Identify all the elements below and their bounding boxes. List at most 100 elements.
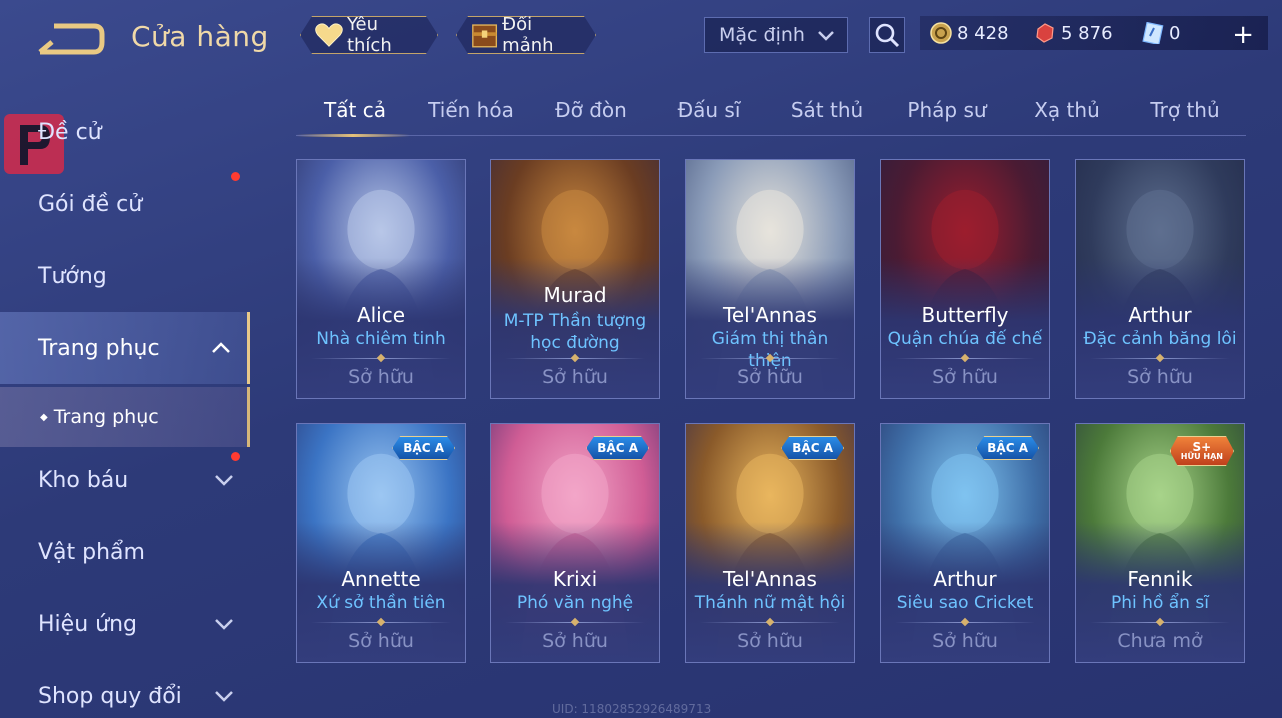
tab-all[interactable]: Tất cả bbox=[296, 98, 414, 122]
voucher-icon bbox=[1142, 22, 1164, 44]
tab-evolution[interactable]: Tiến hóa bbox=[412, 98, 530, 122]
sidebar-item-label: Kho báu bbox=[38, 467, 129, 493]
skin-name: Xứ sở thần tiên bbox=[316, 593, 446, 613]
ownership-status: Sở hữu bbox=[932, 366, 998, 388]
tab-tank[interactable]: Đỡ đòn bbox=[532, 98, 650, 122]
chevron-down-icon bbox=[215, 619, 233, 630]
hero-name: Murad bbox=[543, 283, 607, 307]
sidebar-subitem-label: Trang phục bbox=[53, 406, 159, 428]
red-gem-icon bbox=[1036, 23, 1054, 43]
skin-card[interactable]: Arthur Đặc cảnh băng lôi Sở hữu bbox=[1075, 159, 1245, 399]
favorites-label: Yêu thích bbox=[346, 14, 392, 56]
top-bar: Cửa hàng Yêu thích Đổi mảnh Mặc định 8 4… bbox=[0, 0, 1282, 72]
tab-assassin[interactable]: Sát thủ bbox=[768, 98, 886, 122]
currency-bar: 8 428 5 876 0 + bbox=[920, 16, 1268, 50]
ownership-status: Sở hữu bbox=[542, 630, 608, 652]
hero-name: Fennik bbox=[1127, 567, 1193, 591]
gold-amount: 8 428 bbox=[957, 22, 1009, 44]
ownership-status: Sở hữu bbox=[348, 366, 414, 388]
hero-name: Arthur bbox=[1128, 303, 1192, 327]
chevron-down-icon bbox=[215, 475, 233, 486]
sidebar-item-items[interactable]: Vật phẩm bbox=[0, 516, 250, 588]
sidebar-item-skins[interactable]: Trang phục bbox=[0, 312, 250, 384]
skin-name: Siêu sao Cricket bbox=[896, 593, 1034, 613]
sort-value: Mặc định bbox=[719, 24, 805, 46]
sidebar-item-label: Đề cử bbox=[38, 119, 102, 145]
skin-card[interactable]: BẬC A Arthur Siêu sao Cricket Sở hữu bbox=[880, 423, 1050, 663]
hero-name: Alice bbox=[356, 303, 406, 327]
gold-coin-icon bbox=[930, 22, 952, 44]
notification-dot bbox=[231, 452, 240, 461]
back-arrow-icon bbox=[38, 23, 105, 55]
notification-dot bbox=[231, 172, 240, 181]
skin-card[interactable]: S+ HỮU HẠN Fennik Phi hồ ẩn sĩ Chưa mở bbox=[1075, 423, 1245, 663]
sidebar-item-featured-bundles[interactable]: Gói đề cử bbox=[0, 168, 250, 240]
back-button[interactable] bbox=[34, 20, 106, 58]
ownership-status: Sở hữu bbox=[737, 366, 803, 388]
exchange-fragments-button[interactable]: Đổi mảnh bbox=[456, 16, 596, 54]
gold-balance: 8 428 bbox=[930, 22, 1024, 44]
skin-card[interactable]: Murad M-TP Thần tượng học đường Sở hữu bbox=[490, 159, 660, 399]
treasure-chest-icon bbox=[471, 20, 498, 50]
chevron-up-icon bbox=[212, 342, 230, 353]
voucher-amount: 0 bbox=[1169, 22, 1181, 44]
skin-name: Nhà chiêm tinh bbox=[316, 329, 446, 349]
hero-name: Tel'Annas bbox=[723, 303, 817, 327]
tab-marksman[interactable]: Xạ thủ bbox=[1008, 98, 1126, 122]
gem-amount: 5 876 bbox=[1061, 22, 1113, 44]
skin-card[interactable]: Tel'Annas Giám thị thân thiện Sở hữu bbox=[685, 159, 855, 399]
rarity-badge: BẬC A bbox=[976, 436, 1039, 460]
skin-name: Phi hồ ẩn sĩ bbox=[1111, 593, 1209, 613]
sidebar-subitem-skins[interactable]: ◆ Trang phục bbox=[0, 387, 250, 447]
bullet-icon: ◆ bbox=[40, 411, 48, 423]
skin-name: Đặc cảnh băng lôi bbox=[1083, 329, 1237, 349]
gem-balance: 5 876 bbox=[1034, 22, 1132, 44]
sidebar-item-heroes[interactable]: Tướng bbox=[0, 240, 250, 312]
sidebar-item-treasure[interactable]: Kho báu bbox=[0, 444, 250, 516]
active-tab-indicator bbox=[296, 134, 410, 137]
category-tabs: Tất cả Tiến hóa Đỡ đòn Đấu sĩ Sát thủ Ph… bbox=[296, 92, 1246, 137]
skin-card[interactable]: BẬC A Krixi Phó văn nghệ Sở hữu bbox=[490, 423, 660, 663]
skin-card[interactable]: Alice Nhà chiêm tinh Sở hữu bbox=[296, 159, 466, 399]
ownership-status: Chưa mở bbox=[1117, 630, 1203, 652]
sidebar-item-label: Tướng bbox=[38, 263, 107, 289]
uid-watermark: UID: 11802852926489713 bbox=[552, 702, 712, 716]
sidebar-item-label: Shop quy đổi bbox=[38, 683, 182, 709]
heart-icon bbox=[315, 22, 343, 48]
hero-name: Annette bbox=[341, 567, 421, 591]
hero-name: Krixi bbox=[552, 567, 598, 591]
sort-dropdown[interactable]: Mặc định bbox=[704, 17, 848, 53]
rarity-badge: BẬC A bbox=[392, 436, 455, 460]
sidebar-item-exchange-shop[interactable]: Shop quy đổi bbox=[0, 660, 250, 718]
exchange-label: Đổi mảnh bbox=[502, 14, 554, 56]
search-button[interactable] bbox=[869, 17, 905, 53]
sidebar-item-label: Trang phục bbox=[38, 335, 160, 361]
ownership-status: Sở hữu bbox=[542, 366, 608, 388]
skin-card[interactable]: BẬC A Tel'Annas Thánh nữ mật hội Sở hữu bbox=[685, 423, 855, 663]
tab-fighter[interactable]: Đấu sĩ bbox=[650, 98, 768, 122]
skin-card[interactable]: Butterfly Quận chúa đế chế Sở hữu bbox=[880, 159, 1050, 399]
page-title: Cửa hàng bbox=[131, 20, 269, 53]
skin-card[interactable]: BẬC A Annette Xứ sở thần tiên Sở hữu bbox=[296, 423, 466, 663]
chevron-down-icon bbox=[818, 31, 834, 41]
favorites-button[interactable]: Yêu thích bbox=[300, 16, 438, 54]
search-icon bbox=[875, 23, 900, 48]
sidebar: Đề cử Gói đề cử Tướng Trang phục ◆ Trang… bbox=[0, 96, 252, 718]
hero-name: Arthur bbox=[933, 567, 997, 591]
hero-name: Butterfly bbox=[921, 303, 1009, 327]
rarity-badge: S+ HỮU HẠN bbox=[1170, 436, 1234, 466]
tab-support[interactable]: Trợ thủ bbox=[1126, 98, 1244, 122]
sidebar-item-featured[interactable]: Đề cử bbox=[0, 96, 250, 168]
hero-name: Tel'Annas bbox=[723, 567, 817, 591]
ownership-status: Sở hữu bbox=[348, 630, 414, 652]
rarity-badge: BẬC A bbox=[586, 436, 649, 460]
sidebar-item-label: Vật phẩm bbox=[38, 539, 145, 565]
ownership-status: Sở hữu bbox=[1127, 366, 1193, 388]
sidebar-item-label: Hiệu ứng bbox=[38, 611, 137, 637]
skin-name: Quận chúa đế chế bbox=[887, 329, 1043, 349]
chevron-down-icon bbox=[215, 691, 233, 702]
skin-name: Thánh nữ mật hội bbox=[694, 593, 846, 613]
add-currency-button[interactable]: + bbox=[1232, 20, 1254, 50]
sidebar-item-effects[interactable]: Hiệu ứng bbox=[0, 588, 250, 660]
tab-mage[interactable]: Pháp sư bbox=[888, 98, 1006, 122]
